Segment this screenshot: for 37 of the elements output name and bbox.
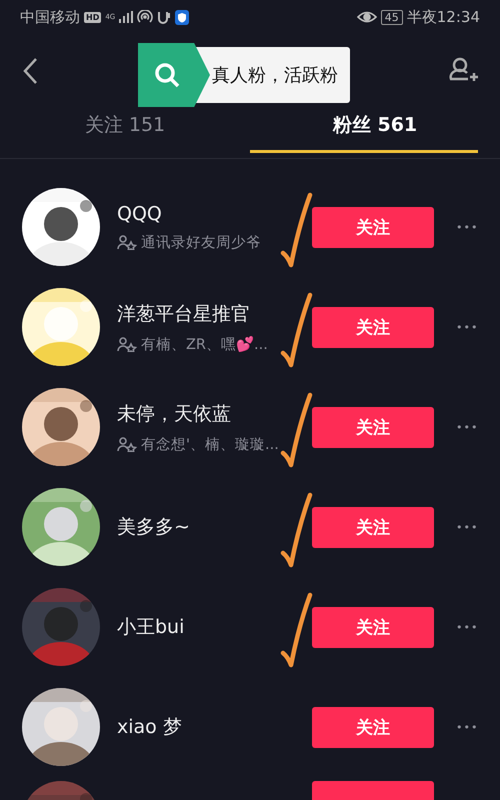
follow-button[interactable]: 关注 [312, 706, 434, 748]
user-name: 未停，天依蓝 [117, 402, 232, 426]
more-button[interactable]: ••• [456, 320, 480, 334]
more-button[interactable]: ••• [456, 620, 480, 634]
mug-icon [157, 10, 172, 24]
clock-time: 半夜12:34 [406, 8, 480, 26]
battery-level: 45 [380, 10, 403, 24]
tab[interactable]: 关注 151 [0, 106, 250, 153]
mutual-friends: 通讯录好友周少爷 [141, 234, 261, 252]
user-name: 洋葱平台星推官 [117, 302, 251, 326]
hd-badge: HD [84, 12, 102, 22]
shield-icon [175, 10, 190, 24]
carrier-name: 中国移动 [20, 8, 80, 26]
follow-button[interactable]: 关注 [312, 306, 434, 348]
mutual-friends: 有念想'、楠、璇璇... [141, 436, 279, 454]
hotspot-icon [137, 10, 154, 24]
follow-button[interactable]: 关注 [312, 506, 434, 548]
tab[interactable]: 粉丝 561 [250, 106, 500, 153]
user-name: 小王bui [117, 615, 186, 640]
user-name: xiao 梦 [117, 715, 183, 740]
eye-icon [356, 10, 377, 24]
more-button[interactable]: ••• [456, 520, 480, 534]
follow-button[interactable]: 关注 [312, 206, 434, 248]
search-icon [154, 62, 180, 88]
friends-icon [117, 336, 137, 352]
more-button[interactable]: ••• [456, 720, 480, 734]
user-name: 美多多~ [117, 515, 191, 540]
friends-icon [117, 234, 137, 250]
friends-icon [117, 436, 137, 452]
follow-button[interactable]: 关注 [312, 606, 434, 648]
mutual-friends: 有楠、ZR、嘿💕... [141, 335, 268, 354]
user-name: QQQ [117, 202, 163, 224]
follow-button[interactable]: 关注 [312, 406, 434, 448]
back-icon[interactable] [22, 57, 38, 85]
more-button[interactable]: ••• [456, 220, 480, 234]
signal-icon [119, 11, 134, 23]
more-button[interactable]: ••• [456, 420, 480, 434]
